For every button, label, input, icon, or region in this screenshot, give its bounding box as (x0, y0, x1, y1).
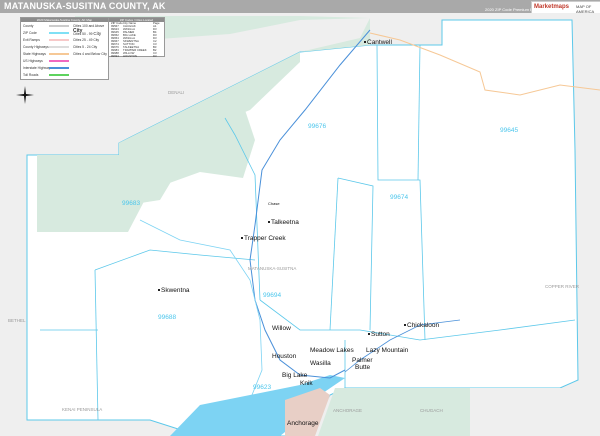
zip-label: 99683 (122, 200, 141, 207)
town-label: Knik (300, 380, 313, 387)
legend-city-3: Cities 25 - 49 City (73, 38, 99, 42)
legend-label: Toll Roads (23, 73, 39, 77)
town-anchorage: Anchorage (287, 420, 318, 427)
town-label: Trapper Creek (244, 235, 286, 242)
zip-label: 99623 (253, 384, 272, 391)
region-label: ANCHORAGE (333, 408, 363, 413)
town-sutton: Sutton (368, 331, 390, 338)
town-label: Lazy Mountain (366, 347, 409, 354)
legend-city-label: Cities 25 - 49 (73, 38, 93, 42)
zip-label: 99688 (158, 314, 177, 321)
zip-label: 99694 (263, 292, 282, 299)
legend-exit: Exit Ramps (23, 38, 69, 43)
legend-label: Interstate Highways (23, 66, 52, 70)
legend-city-sample: City (91, 45, 98, 49)
town-houston: Houston (272, 353, 296, 360)
town-label: Sutton (371, 331, 390, 338)
region-label: COPPER RIVER (545, 284, 580, 289)
legend-city-5: Cities 4 and Below City (73, 52, 107, 56)
region-label: BETHEL (8, 318, 26, 323)
town-big-lake: Big Lake (282, 372, 307, 379)
town-trapper-creek: Trapper Creek (241, 235, 286, 242)
town-label: Talkeetna (271, 219, 299, 226)
logo-text: Marketmaps (534, 4, 570, 10)
town-label: Wasilla (310, 360, 331, 367)
zip-label: 99676 (308, 123, 327, 130)
town-label: Houston (272, 353, 297, 360)
town-label: Big Lake (282, 372, 308, 379)
legend-us-hwy: US Highways (23, 59, 69, 64)
town-cantwell: Cantwell (364, 39, 392, 46)
compass-rose-icon (16, 86, 34, 104)
region-label: DENALI (168, 90, 185, 95)
region-label: CHUGACH (420, 408, 443, 413)
town-label: Cantwell (367, 39, 392, 46)
town-label: Chickaloon (407, 322, 440, 329)
legend-city-label: Cities 4 and Below (73, 52, 101, 56)
town-knik: Knik (300, 380, 313, 387)
legend-title: 2020 Matanuska-Susitna County, AK Map (21, 18, 108, 22)
town-willow: Willow (272, 325, 291, 332)
town-lazy-mountain: Lazy Mountain (366, 347, 408, 354)
map-legend: 2020 Matanuska-Susitna County, AK Map Co… (20, 17, 109, 80)
region-label: MATANUSKA-SUSITNA (248, 266, 297, 271)
legend-toll: Toll Roads (23, 73, 69, 78)
legend-label: County (23, 24, 34, 28)
legend-county: County (23, 24, 69, 29)
city-cell: HOUSTON (123, 54, 137, 58)
legend-city-sample: City (101, 52, 107, 56)
town-label: Willow (272, 325, 291, 332)
town-butte: Butte (355, 364, 370, 371)
town-label: Skwentna (161, 287, 190, 294)
legend-state-hwy: State Highways (23, 52, 69, 57)
zip-table: ZIP Codes / Cities Located ZIP Code City … (108, 17, 165, 58)
legend-label: ZIP Code (23, 31, 37, 35)
town-palmer: Palmer (352, 357, 373, 364)
page-title: MATANUSKA-SUSITNA COUNTY, AK (4, 1, 166, 11)
title-bar: MATANUSKA-SUSITNA COUNTY, AK 2020 ZIP Co… (0, 0, 600, 13)
zip-cell: 99694 (111, 54, 119, 58)
page-cell: D3 (153, 54, 157, 58)
legend-county-hwy: County Highways (23, 45, 69, 50)
legend-city-label: Cities 5 - 24 (73, 45, 91, 49)
town-skwentna: Skwentna (158, 287, 190, 294)
legend-zip: ZIP Code (23, 31, 69, 36)
town-chase: Chase (268, 201, 280, 206)
legend-city-sample: City (93, 38, 100, 42)
zip-label: 99645 (500, 127, 519, 134)
region-label: KENAI PENINSULA (62, 407, 103, 412)
legend-label: Exit Ramps (23, 38, 40, 42)
legend-label: US Highways (23, 59, 43, 63)
legend-city-sample: City (93, 31, 102, 36)
zip-label: 99674 (390, 194, 409, 201)
town-label: Palmer (352, 357, 373, 364)
town-label: Meadow Lakes (310, 347, 354, 354)
town-label: Anchorage (287, 420, 319, 427)
legend-city-2: Cities 50 - 99 City (73, 31, 101, 36)
town-chickaloon: Chickaloon (404, 322, 439, 329)
legend-label: County Highways (23, 45, 49, 49)
zip-table-row: 99694 HOUSTON D3 (109, 55, 164, 58)
town-meadow-lakes: Meadow Lakes (310, 347, 354, 354)
legend-city-4: Cities 5 - 24 City (73, 45, 97, 49)
legend-city-label: Cities 50 - 99 (73, 32, 93, 36)
town-wasilla: Wasilla (310, 360, 331, 367)
legend-interstate: Interstate Highways (23, 66, 69, 71)
town-label: Chase (268, 201, 280, 206)
legend-label: State Highways (23, 52, 46, 56)
town-talkeetna: Talkeetna (268, 219, 299, 226)
town-label: Butte (355, 364, 371, 371)
